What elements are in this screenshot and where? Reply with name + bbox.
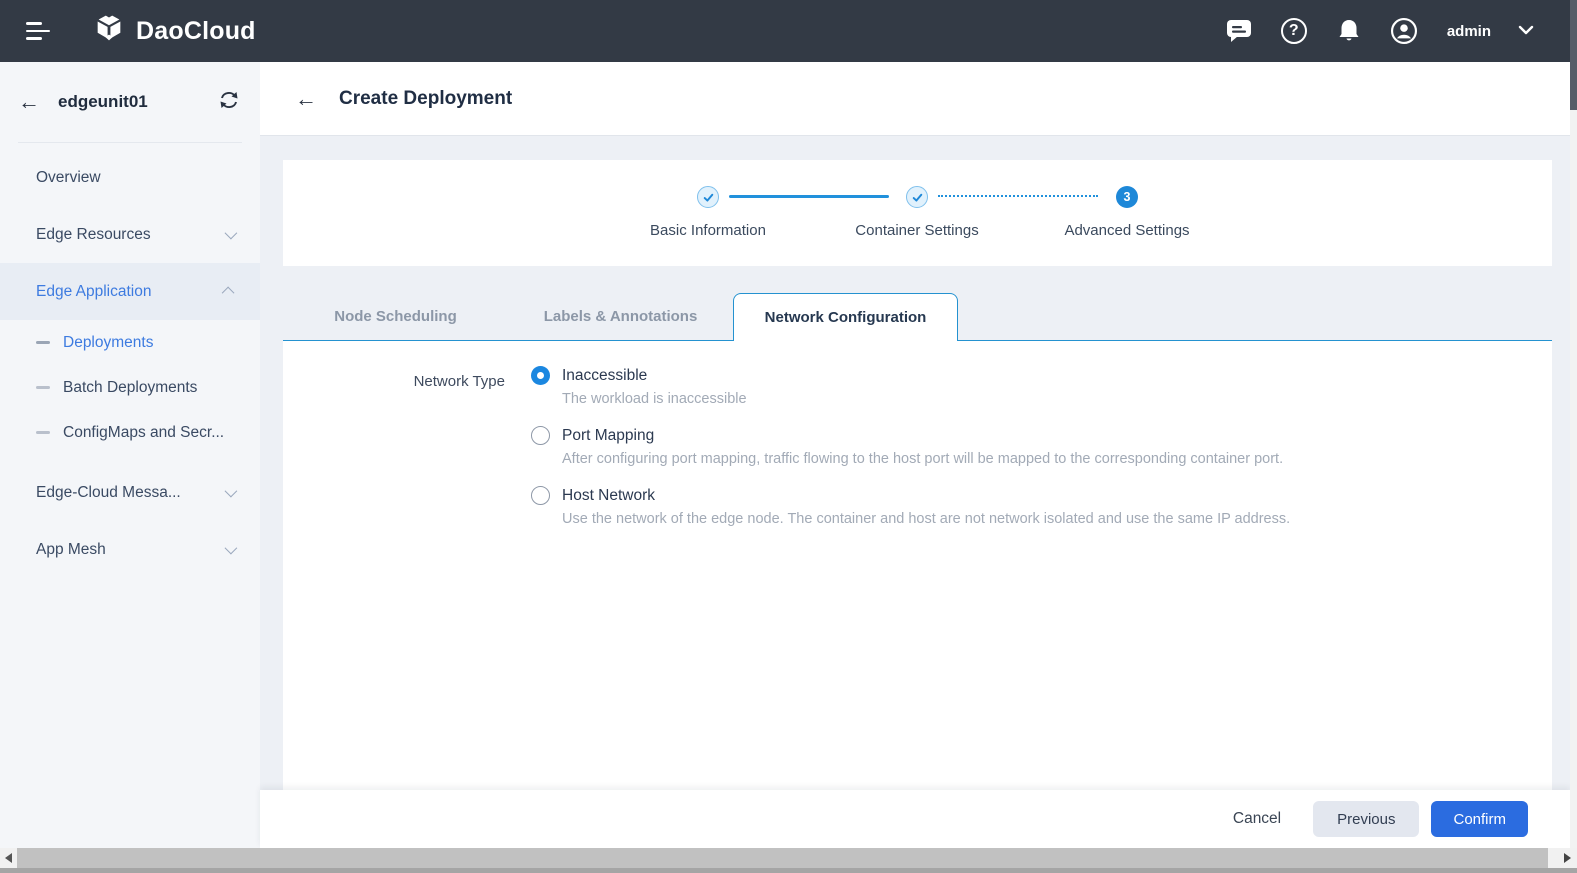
sidebar-title: edgeunit01 bbox=[58, 92, 218, 112]
network-type-label: Network Type bbox=[391, 373, 505, 390]
user-menu-chevron-down-icon[interactable] bbox=[1518, 22, 1534, 40]
cancel-button[interactable]: Cancel bbox=[1233, 810, 1281, 828]
sidebar-item-edge-resources[interactable]: Edge Resources bbox=[0, 206, 260, 263]
help-icon[interactable]: ? bbox=[1280, 17, 1308, 45]
sidebar-item-batch-deployments[interactable]: Batch Deployments bbox=[0, 365, 260, 410]
switch-cluster-icon[interactable] bbox=[218, 90, 240, 115]
avatar-icon[interactable] bbox=[1390, 17, 1418, 45]
chevron-down-icon bbox=[225, 542, 238, 555]
option-port-mapping: Port Mapping After configuring port mapp… bbox=[531, 426, 1522, 467]
vertical-scrollbar[interactable] bbox=[1570, 0, 1577, 848]
menu-icon[interactable] bbox=[26, 22, 50, 40]
sidebar-item-app-mesh[interactable]: App Mesh bbox=[0, 521, 260, 578]
horizontal-scrollbar-thumb[interactable] bbox=[17, 848, 1548, 868]
wizard-footer: Cancel Previous Confirm bbox=[260, 790, 1570, 848]
page-header: ← Create Deployment bbox=[260, 62, 1570, 135]
sidebar-item-deployments[interactable]: Deployments bbox=[0, 320, 260, 365]
sidebar-item-overview[interactable]: Overview bbox=[0, 149, 260, 206]
dash-icon bbox=[36, 386, 50, 389]
network-configuration-panel: Network Type Inaccessible The workload i… bbox=[283, 341, 1552, 790]
confirm-button[interactable]: Confirm bbox=[1431, 801, 1528, 837]
chevron-down-icon bbox=[225, 227, 238, 240]
brand-name: DaoCloud bbox=[136, 17, 256, 46]
user-name[interactable]: admin bbox=[1447, 23, 1491, 40]
scroll-left-arrow-icon[interactable] bbox=[0, 848, 17, 868]
window-bottom-edge bbox=[0, 868, 1577, 873]
step-1-label: Basic Information bbox=[650, 222, 766, 239]
top-navigation-bar: DaoCloud ? admin bbox=[0, 0, 1570, 62]
step-2-label: Container Settings bbox=[855, 222, 978, 239]
step-connector-dotted bbox=[938, 195, 1098, 197]
sidebar-item-edge-cloud-message[interactable]: Edge-Cloud Messa... bbox=[0, 464, 260, 521]
tab-node-scheduling[interactable]: Node Scheduling bbox=[283, 293, 508, 340]
radio-port-mapping[interactable] bbox=[531, 426, 550, 445]
step-2-check-icon bbox=[906, 186, 928, 208]
scroll-right-arrow-icon[interactable] bbox=[1558, 848, 1577, 868]
horizontal-scrollbar[interactable] bbox=[0, 848, 1577, 868]
step-3-number: 3 bbox=[1116, 186, 1138, 208]
brand-logo: DaoCloud bbox=[92, 12, 256, 51]
tab-network-configuration[interactable]: Network Configuration bbox=[733, 293, 958, 341]
chevron-down-icon bbox=[225, 485, 238, 498]
sidebar-item-configmaps-secrets[interactable]: ConfigMaps and Secr... bbox=[0, 410, 260, 455]
chat-icon[interactable] bbox=[1225, 17, 1253, 45]
previous-button[interactable]: Previous bbox=[1313, 801, 1419, 837]
tab-labels-annotations[interactable]: Labels & Annotations bbox=[508, 293, 733, 340]
option-inaccessible: Inaccessible The workload is inaccessibl… bbox=[531, 366, 1522, 407]
radio-description: The workload is inaccessible bbox=[562, 391, 1522, 407]
main-content: ← Create Deployment 3 Basic Information … bbox=[260, 62, 1570, 848]
page-back-icon[interactable]: ← bbox=[295, 88, 317, 110]
sidebar: ← edgeunit01 Overview Edge Resources Edg… bbox=[0, 62, 260, 848]
option-host-network: Host Network Use the network of the edge… bbox=[531, 486, 1522, 527]
page-title: Create Deployment bbox=[339, 88, 512, 110]
step-connector-solid bbox=[729, 195, 889, 198]
radio-inaccessible[interactable] bbox=[531, 366, 550, 385]
radio-label: Host Network bbox=[562, 487, 655, 505]
bell-icon[interactable] bbox=[1335, 17, 1363, 45]
vertical-scrollbar-thumb[interactable] bbox=[1570, 0, 1577, 110]
sidebar-back-icon[interactable]: ← bbox=[18, 91, 40, 113]
radio-description: Use the network of the edge node. The co… bbox=[562, 511, 1522, 527]
step-1-check-icon bbox=[697, 186, 719, 208]
radio-description: After configuring port mapping, traffic … bbox=[562, 451, 1522, 467]
tab-bar: Node Scheduling Labels & Annotations Net… bbox=[283, 293, 1552, 341]
radio-label: Inaccessible bbox=[562, 367, 647, 385]
step-3-label: Advanced Settings bbox=[1064, 222, 1189, 239]
stepper: 3 Basic Information Container Settings A… bbox=[283, 160, 1552, 266]
radio-host-network[interactable] bbox=[531, 486, 550, 505]
daocloud-cube-icon bbox=[92, 12, 126, 51]
radio-label: Port Mapping bbox=[562, 427, 654, 445]
sidebar-item-edge-application[interactable]: Edge Application bbox=[0, 263, 260, 320]
dash-icon bbox=[36, 431, 50, 434]
dash-icon bbox=[36, 341, 50, 344]
